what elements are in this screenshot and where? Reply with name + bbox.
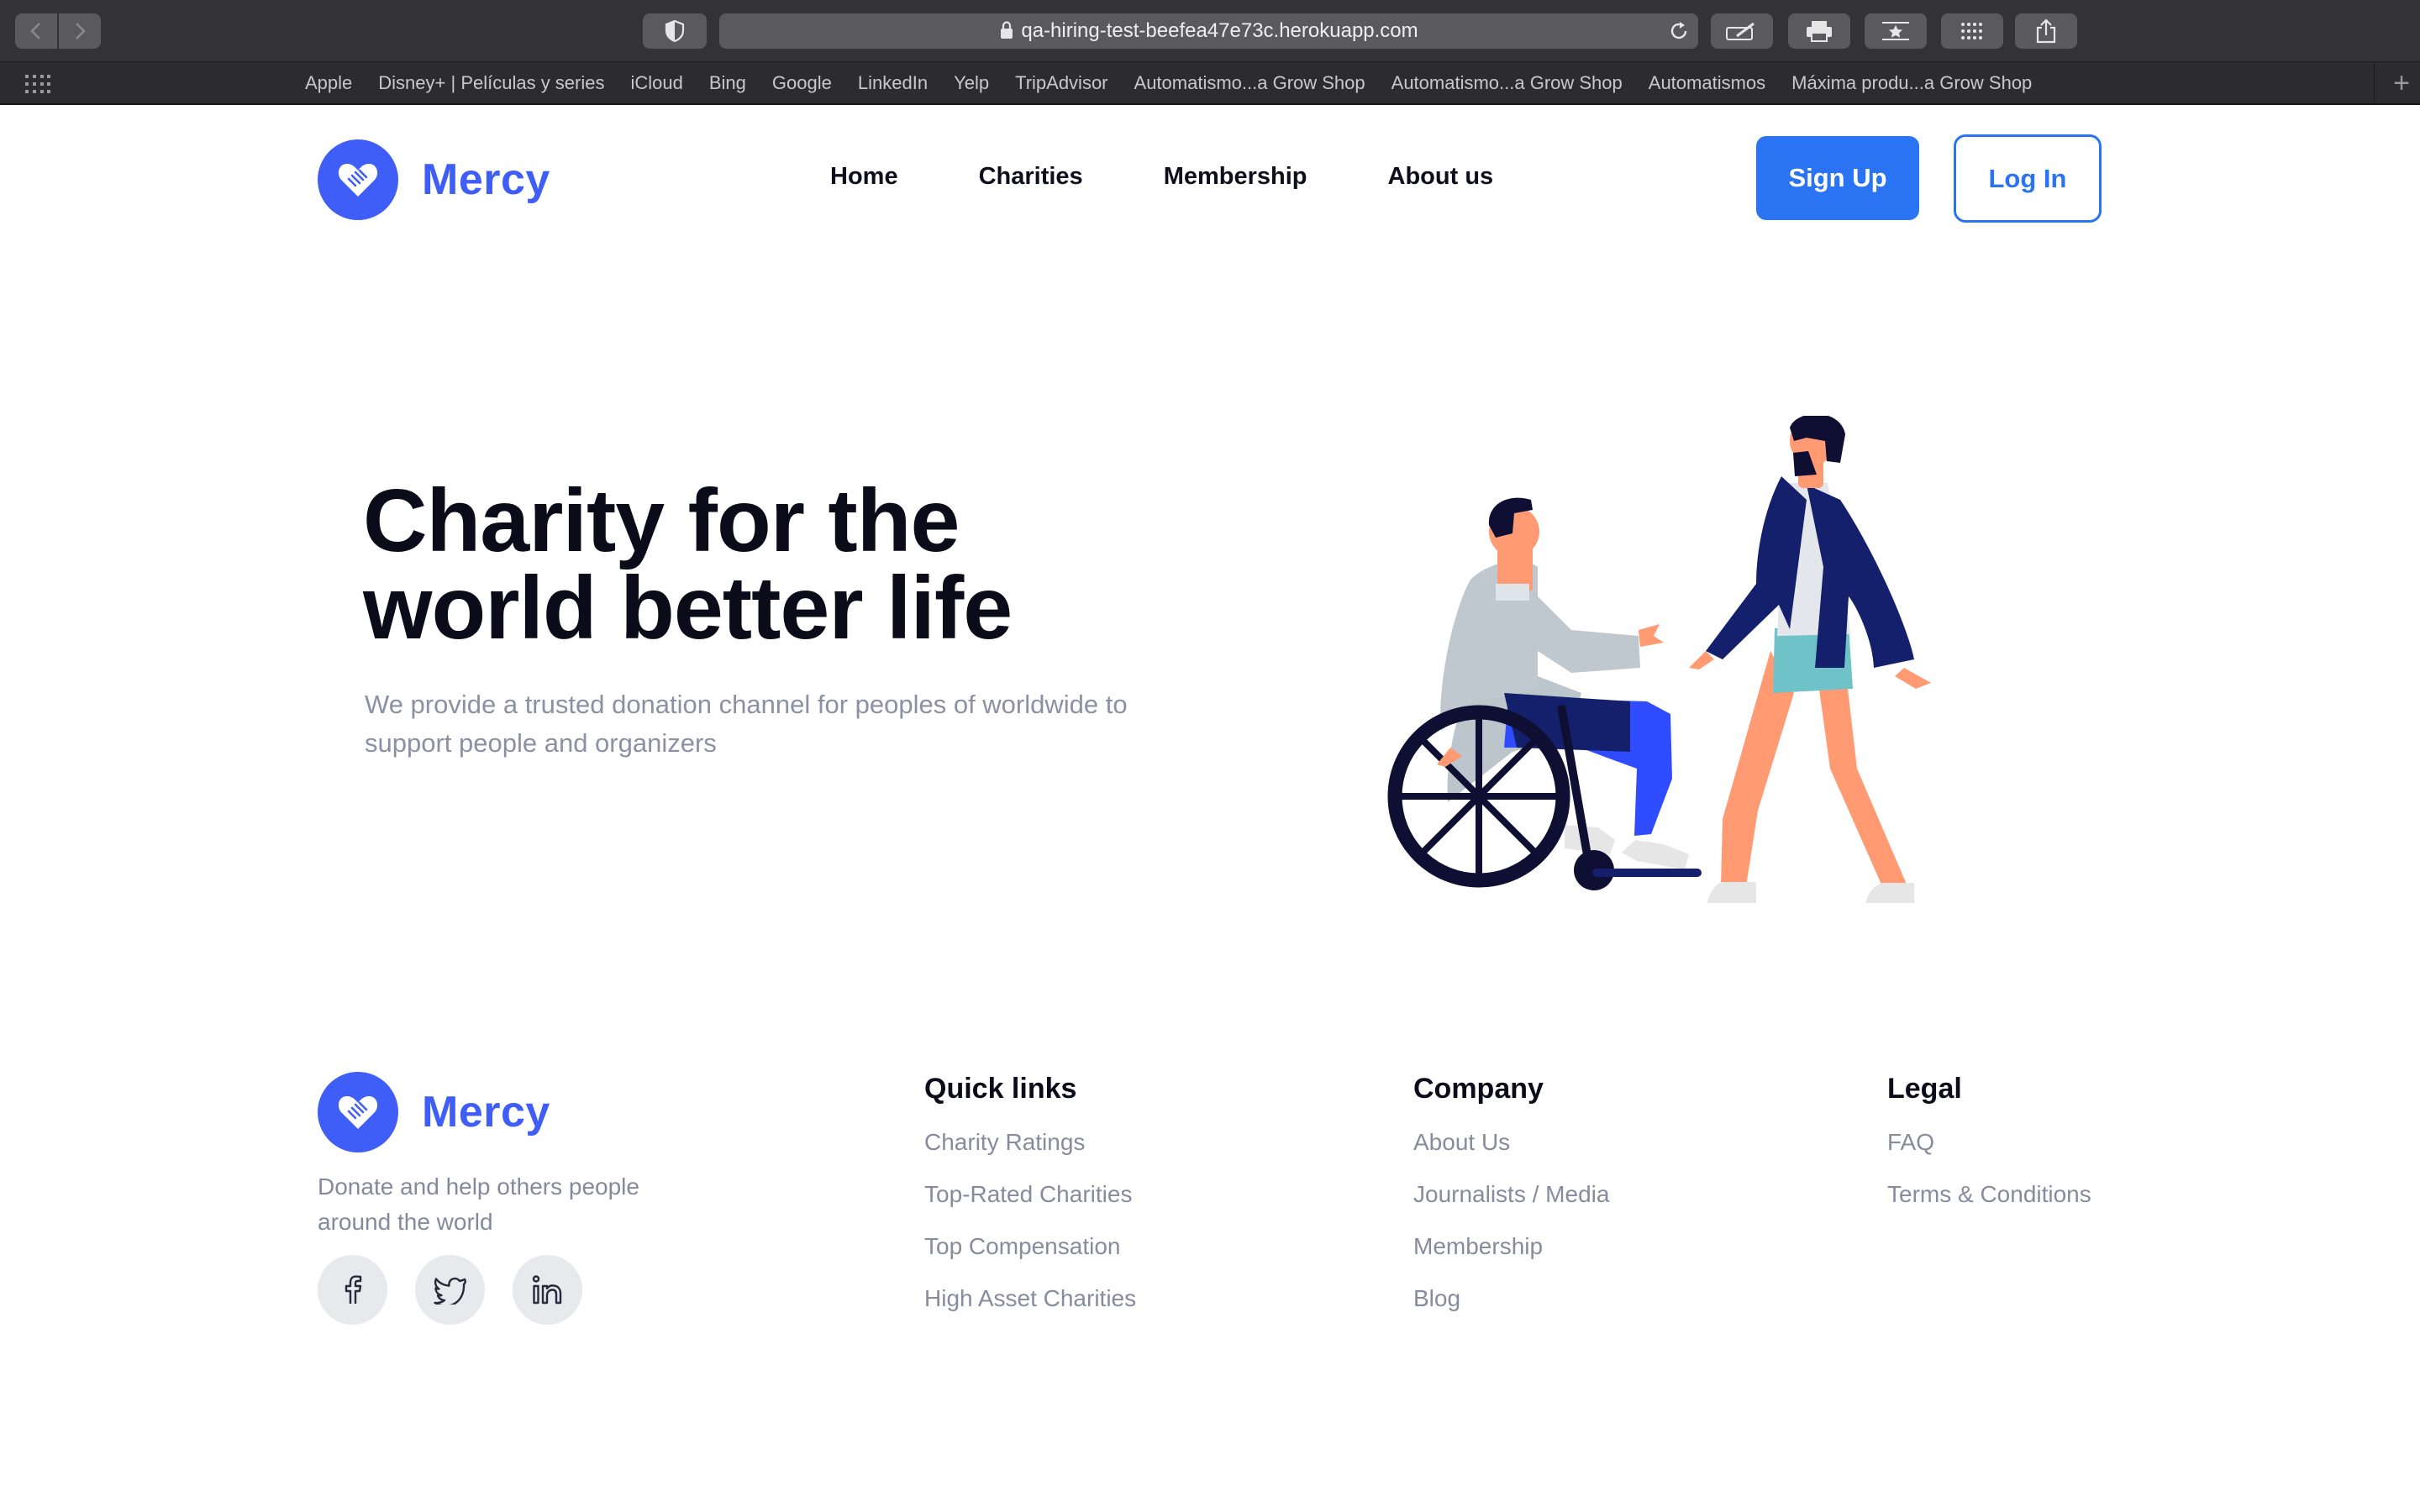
company-heading: Company [1413,1073,1544,1105]
legal-heading: Legal [1887,1073,1962,1105]
standing-man [1689,416,1931,903]
bookmark-bing[interactable]: Bing [709,72,746,94]
grid-dots-icon [1961,23,1982,39]
bookmark-google[interactable]: Google [772,72,832,94]
log-in-button[interactable]: Log In [1954,134,2102,223]
facebook-icon [345,1274,361,1304]
hero-illustration [1387,416,1931,903]
bookmark-linkedin[interactable]: LinkedIn [858,72,928,94]
link-top-rated-charities[interactable]: Top-Rated Charities [924,1179,1136,1210]
heart-hand-icon [318,139,398,220]
footer-legal: Legal FAQ Terms & Conditions [1887,1072,2091,1210]
hero-subtitle: We provide a trusted donation channel fo… [365,690,1128,758]
nav-membership[interactable]: Membership [1164,163,1307,191]
bookmark-automatismos[interactable]: Automatismos [1649,72,1765,94]
twitter-button[interactable] [415,1255,485,1325]
linkedin-button[interactable] [513,1255,582,1325]
bookmark-tripadvisor[interactable]: TripAdvisor [1015,72,1107,94]
lock-icon [1001,21,1013,39]
nav-about-us[interactable]: About us [1388,163,1494,191]
bookmark-apple[interactable]: Apple [305,72,352,94]
nav-charities[interactable]: Charities [979,163,1083,191]
link-journalists-media[interactable]: Journalists / Media [1413,1179,1609,1210]
address-bar[interactable]: qa-hiring-test-beefea47e73c.herokuapp.co… [719,13,1698,49]
linkedin-icon [532,1274,561,1304]
link-terms-conditions[interactable]: Terms & Conditions [1887,1179,2091,1210]
bookmark-growshop-3[interactable]: Máxima produ...a Grow Shop [1791,72,2032,94]
bookmark-icloud[interactable]: iCloud [631,72,683,94]
twitter-icon [433,1277,466,1305]
share-icon [2036,18,2056,44]
link-charity-ratings[interactable]: Charity Ratings [924,1127,1136,1158]
facebook-button[interactable] [318,1255,387,1325]
tab-overview-button[interactable] [1941,13,2003,49]
main-nav: Home Charities Membership About us [830,163,1574,191]
sign-up-button[interactable]: Sign Up [1756,136,1919,220]
bookmark-disney[interactable]: Disney+ | Películas y series [378,72,604,94]
bookmark-growshop-1[interactable]: Automatismo...a Grow Shop [1134,72,1365,94]
bookmark-yelp[interactable]: Yelp [954,72,989,94]
link-about-us[interactable]: About Us [1413,1127,1609,1158]
reload-icon[interactable] [1668,20,1690,42]
favorites-grid-icon[interactable] [25,75,50,93]
url-text: qa-hiring-test-beefea47e73c.herokuapp.co… [1021,19,1418,42]
nav-home[interactable]: Home [830,163,898,191]
bookmarks-bar: Apple Disney+ | Películas y series iClou… [0,61,2420,105]
wheelchair-man [1387,497,1702,890]
link-top-compensation[interactable]: Top Compensation [924,1231,1136,1262]
link-membership[interactable]: Membership [1413,1231,1609,1262]
bookmark-growshop-2[interactable]: Automatismo...a Grow Shop [1392,72,1623,94]
privacy-report-button[interactable] [643,13,707,49]
forward-button[interactable] [59,13,101,49]
markup-icon [1726,22,1754,40]
footer-quick-links: Quick links Charity Ratings Top-Rated Ch… [924,1072,1136,1314]
header-logo[interactable]: Mercy [318,139,550,220]
hero-title-line-1: Charity for the [363,471,960,570]
link-high-asset-charities[interactable]: High Asset Charities [924,1284,1136,1314]
footer-tagline: Donate and help others people around the… [318,1173,639,1235]
hero-title: Charity for the world better life [363,476,1119,653]
shield-icon [665,20,685,42]
quick-links-heading: Quick links [924,1073,1077,1105]
hero-title-line-2: world better life [363,559,1013,658]
chevron-left-icon [30,23,40,39]
footer-logo[interactable]: Mercy [318,1072,550,1152]
annotate-button[interactable] [1711,13,1773,49]
print-button[interactable] [1788,13,1850,49]
bookmarks-divider [2374,62,2375,104]
footer-company: Company About Us Journalists / Media Mem… [1413,1072,1609,1314]
chevron-right-icon [76,23,86,39]
new-tab-plus-icon[interactable]: + [2393,69,2410,97]
heart-hand-icon [318,1072,398,1152]
star-icon [1882,22,1909,40]
back-button[interactable] [15,13,57,49]
printer-icon [1807,21,1832,42]
link-blog[interactable]: Blog [1413,1284,1609,1314]
footer-brand-name: Mercy [422,1088,550,1137]
brand-name: Mercy [422,155,550,204]
browser-toolbar: qa-hiring-test-beefea47e73c.herokuapp.co… [0,0,2420,61]
link-faq[interactable]: FAQ [1887,1127,2091,1158]
share-button[interactable] [2015,13,2077,49]
social-links [318,1255,610,1325]
reader-button[interactable] [1865,13,1927,49]
